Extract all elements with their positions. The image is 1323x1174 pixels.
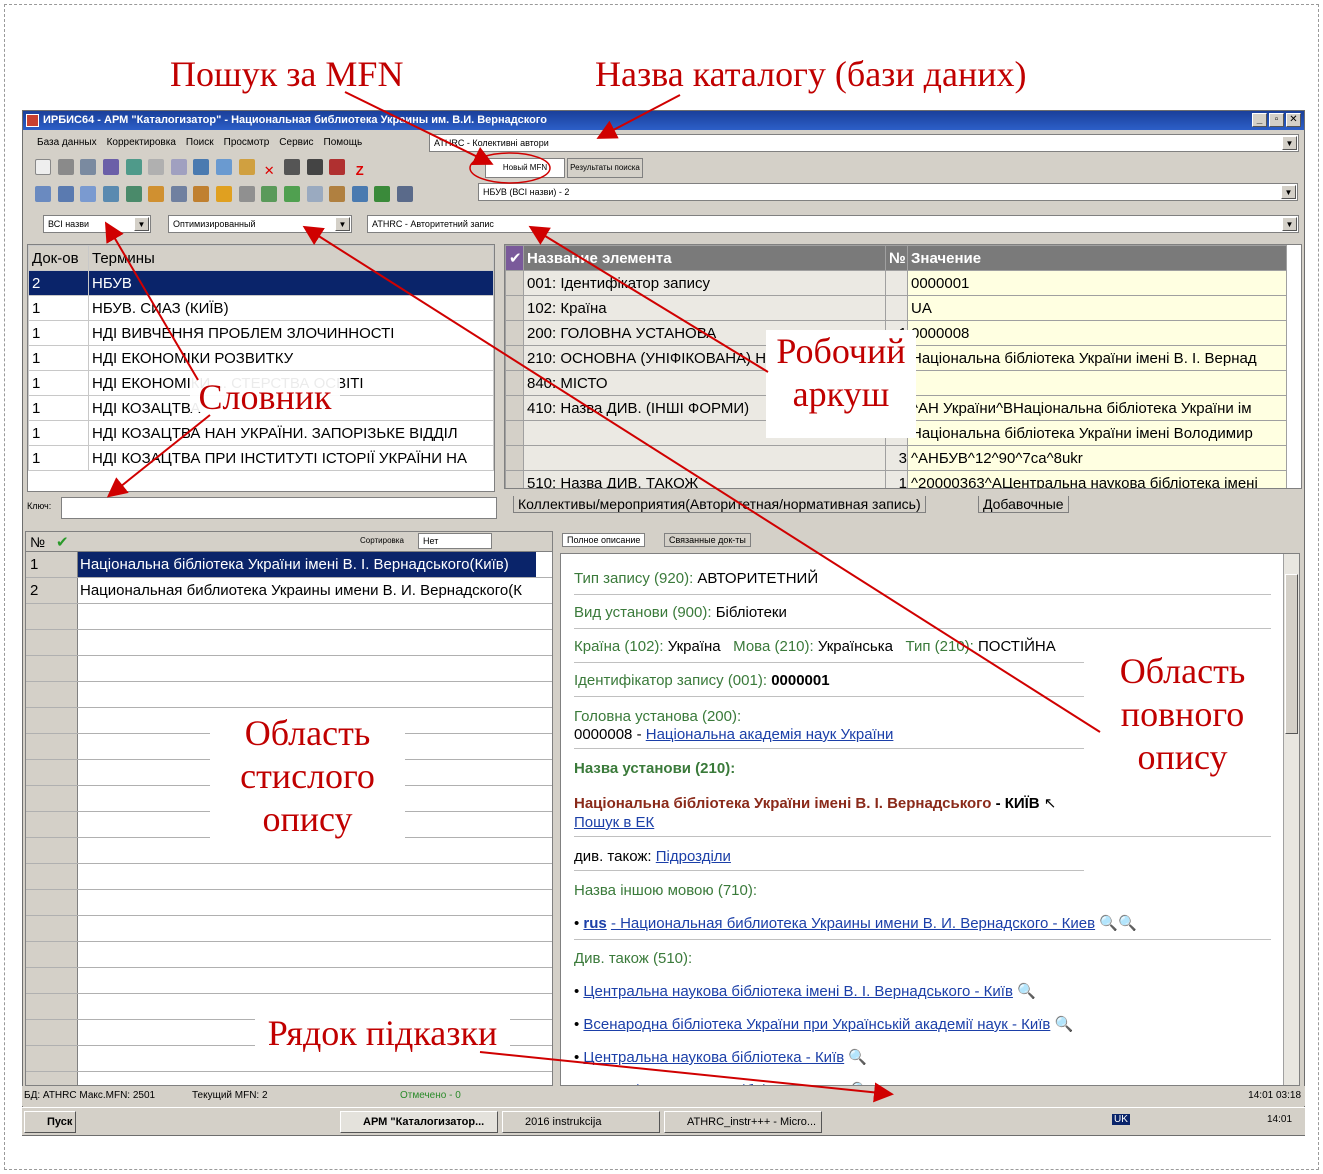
- arrow-full: [302, 225, 1101, 733]
- annotation-arrows: [104, 91, 1101, 1103]
- highlight-ellipse: [469, 152, 551, 184]
- arrow-hint: [479, 1051, 894, 1103]
- arrow-worksheet: [528, 225, 769, 373]
- arrow-dict-filter: [104, 221, 199, 381]
- arrow-catalog: [596, 94, 681, 139]
- arrow-dict-key: [106, 414, 211, 498]
- arrow-mfn: [344, 91, 494, 165]
